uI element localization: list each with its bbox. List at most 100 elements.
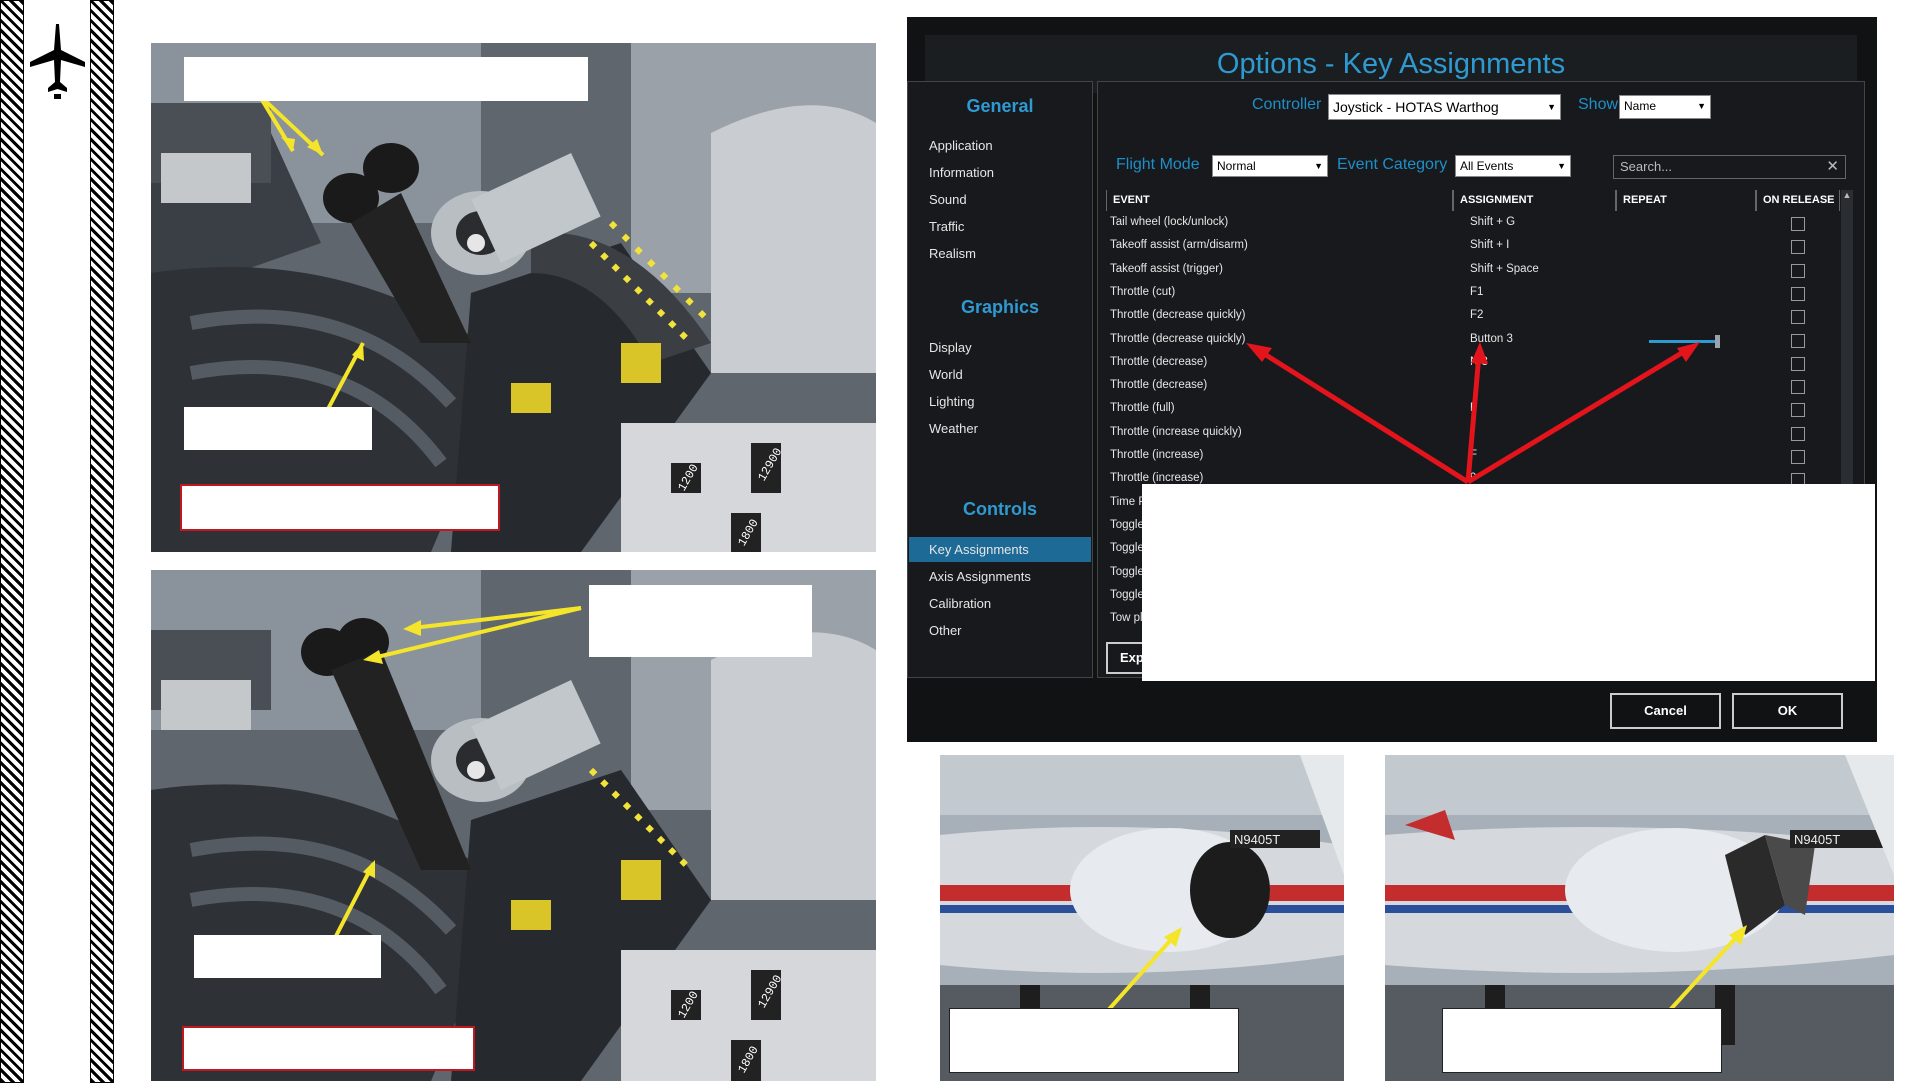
assignment-cell[interactable]: Shift + I <box>1470 239 1509 251</box>
export-button-label: Exp <box>1120 650 1144 665</box>
chevron-down-icon: ▼ <box>1314 161 1323 171</box>
sidebar-item-key-assignments[interactable]: Key Assignments <box>929 542 1029 557</box>
airplane-icon <box>30 24 85 99</box>
label-box-top-1 <box>184 57 588 101</box>
on-release-checkbox[interactable] <box>1791 380 1805 395</box>
left-stripe-inner <box>90 0 114 1083</box>
event-cell: Toggle <box>1110 588 1144 601</box>
sidebar-item-sound[interactable]: Sound <box>929 192 967 207</box>
cockpit-throttle-photo-top: 1200 12900 1800 <box>151 43 876 552</box>
event-cell: Takeoff assist (arm/disarm) <box>1110 239 1248 252</box>
on-release-checkbox[interactable] <box>1791 426 1805 441</box>
sidebar-header-general: General <box>966 96 1034 116</box>
sidebar-item-information[interactable]: Information <box>929 165 994 180</box>
assignment-cell[interactable]: Shift + Space <box>1470 263 1539 275</box>
scroll-up-icon[interactable]: ▲ <box>1841 190 1853 200</box>
on-release-checkbox[interactable] <box>1791 286 1805 301</box>
clear-search-icon[interactable]: ✕ <box>1826 156 1839 178</box>
label-box-bottom-red <box>182 1026 475 1071</box>
search-placeholder: Search... <box>1620 159 1673 174</box>
event-cell: Takeoff assist (trigger) <box>1110 262 1223 275</box>
event-category-value: All Events <box>1460 159 1514 173</box>
event-cell: Throttle (increase) <box>1110 472 1204 485</box>
label-box-bottom-1 <box>589 585 812 657</box>
sidebar-item-realism[interactable]: Realism <box>929 246 976 261</box>
cockpit-throttle-photo-bottom: 1200 12900 1800 <box>151 570 876 1081</box>
event-cell: Tail wheel (lock/unlock) <box>1110 216 1229 228</box>
assignment-cell[interactable]: F1 <box>1470 286 1483 298</box>
registration-stowed: N9405T <box>1234 832 1280 847</box>
show-value: Name <box>1624 99 1657 113</box>
ok-button[interactable]: OK <box>1732 693 1843 729</box>
cancel-button[interactable]: Cancel <box>1610 693 1721 729</box>
event-cell: Toggle <box>1110 542 1144 555</box>
on-release-checkbox[interactable] <box>1791 217 1805 231</box>
sidebar-item-traffic[interactable]: Traffic <box>929 219 964 234</box>
red-arrows-overlay <box>1200 330 1720 500</box>
event-cell: Time P <box>1110 495 1146 508</box>
flight-mode-value: Normal <box>1217 159 1256 173</box>
label-box-top-red <box>180 484 500 531</box>
on-release-checkbox[interactable] <box>1791 240 1805 255</box>
column-header-on-release[interactable]: ON RELEASE <box>1756 190 1840 211</box>
event-cell: Throttle (decrease) <box>1110 379 1208 392</box>
sidebar-item-weather[interactable]: Weather <box>929 421 978 436</box>
chevron-down-icon: ▼ <box>1557 161 1566 171</box>
event-cell: Tow pl <box>1110 612 1143 625</box>
controller-value: Joystick - HOTAS Warthog <box>1333 99 1499 115</box>
event-cell: Toggle <box>1110 565 1144 578</box>
event-cell: Throttle (cut) <box>1110 285 1176 298</box>
sidebar-item-calibration[interactable]: Calibration <box>929 596 991 611</box>
column-header-event[interactable]: EVENT <box>1106 190 1453 211</box>
sidebar-item-world[interactable]: World <box>929 367 963 382</box>
controller-dropdown[interactable]: Joystick - HOTAS Warthog ▼ <box>1328 94 1561 120</box>
column-header-repeat[interactable]: REPEAT <box>1616 190 1756 211</box>
event-cell: Throttle (decrease quickly) <box>1110 309 1246 322</box>
left-stripe-outer <box>0 0 24 1083</box>
on-release-checkbox[interactable] <box>1791 310 1805 325</box>
controller-label: Controller <box>1252 96 1322 113</box>
show-label: Show <box>1578 96 1619 113</box>
sidebar-item-display[interactable]: Display <box>929 340 972 355</box>
table-row[interactable]: Throttle (decrease quickly) F2 <box>1108 306 1843 329</box>
flight-mode-label: Flight Mode <box>1116 156 1200 173</box>
on-release-checkbox[interactable] <box>1791 450 1805 464</box>
on-release-checkbox[interactable] <box>1791 263 1805 278</box>
event-cell: Throttle (decrease) <box>1110 355 1208 368</box>
sidebar-item-axis-assignments[interactable]: Axis Assignments <box>929 569 1031 584</box>
on-release-checkbox[interactable] <box>1791 356 1805 371</box>
event-cell: Toggle <box>1110 518 1144 531</box>
on-release-checkbox[interactable] <box>1791 333 1805 348</box>
assignment-cell[interactable]: Shift + G <box>1470 216 1515 228</box>
label-box-bottom-2 <box>194 935 381 978</box>
label-box-engine-2 <box>1442 1008 1722 1073</box>
engine-photo-stowed: N9405T <box>940 755 1344 1081</box>
sidebar-header-controls: Controls <box>963 499 1037 519</box>
flight-mode-dropdown[interactable]: Normal ▼ <box>1212 155 1328 177</box>
redaction-box-dialog <box>1142 484 1875 681</box>
on-release-checkbox[interactable] <box>1791 403 1805 418</box>
column-header-assignment[interactable]: ASSIGNMENT <box>1453 190 1616 211</box>
event-cell: Throttle (full) <box>1110 402 1175 415</box>
sidebar-item-lighting[interactable]: Lighting <box>929 394 975 409</box>
assignment-cell[interactable]: F2 <box>1470 309 1483 321</box>
options-sidebar: General Application Information Sound Tr… <box>907 81 1093 678</box>
chevron-down-icon: ▼ <box>1697 101 1706 111</box>
table-row[interactable]: Takeoff assist (arm/disarm) Shift + I <box>1108 236 1843 259</box>
sidebar-item-other[interactable]: Other <box>929 623 962 638</box>
label-box-top-2 <box>184 407 372 450</box>
sidebar-item-application[interactable]: Application <box>929 138 993 153</box>
chevron-down-icon: ▼ <box>1547 102 1556 112</box>
event-category-dropdown[interactable]: All Events ▼ <box>1455 155 1571 177</box>
search-input[interactable]: Search... ✕ <box>1613 155 1846 179</box>
event-category-label: Event Category <box>1337 156 1448 173</box>
event-cell: Throttle (increase) <box>1110 449 1204 461</box>
table-row[interactable]: Tail wheel (lock/unlock) Shift + G <box>1108 213 1843 236</box>
registration-deployed: N9405T <box>1794 832 1840 847</box>
sidebar-header-graphics: Graphics <box>960 297 1040 317</box>
table-row[interactable]: Takeoff assist (trigger) Shift + Space <box>1108 260 1843 283</box>
engine-photo-deployed: N9405T <box>1385 755 1894 1081</box>
label-box-engine-1 <box>949 1008 1239 1073</box>
show-dropdown[interactable]: Name ▼ <box>1619 95 1711 119</box>
table-row[interactable]: Throttle (cut) F1 <box>1108 283 1843 306</box>
